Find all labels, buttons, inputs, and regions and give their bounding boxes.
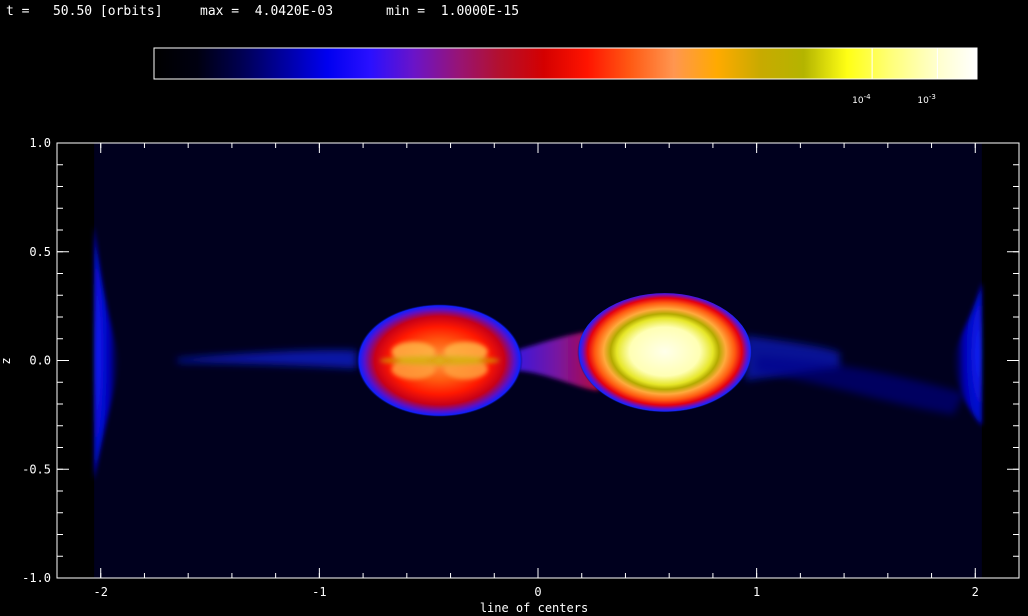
- x-tick-label: 1: [753, 585, 760, 599]
- colorbar-tick-label: 10-3: [917, 93, 935, 106]
- x-axis-title: line of centers: [480, 601, 588, 615]
- x-tick-label: -1: [312, 585, 326, 599]
- x-tick-label: 0: [534, 585, 541, 599]
- colorbar-tick-label: 10-4: [852, 93, 871, 106]
- y-tick-label: -1.0: [22, 571, 51, 585]
- density-field: [57, 143, 1019, 578]
- y-tick-label: 0.5: [29, 245, 51, 259]
- x-tick-label: 2: [972, 585, 979, 599]
- x-tick-label: -2: [94, 585, 108, 599]
- colorbar: [153, 47, 978, 80]
- y-tick-label: 0.0: [29, 354, 51, 368]
- y-axis-title: z: [0, 357, 13, 364]
- density-plot: 10-4 10-3 -2 -1 0 1 2 1.0 0.5 0.0 -0.5 -1.0 line …: [0, 47, 1020, 615]
- y-tick-label: -0.5: [22, 462, 51, 476]
- y-tick-label: 1.0: [29, 136, 51, 150]
- right-star: [577, 293, 753, 415]
- core-band: [379, 355, 500, 366]
